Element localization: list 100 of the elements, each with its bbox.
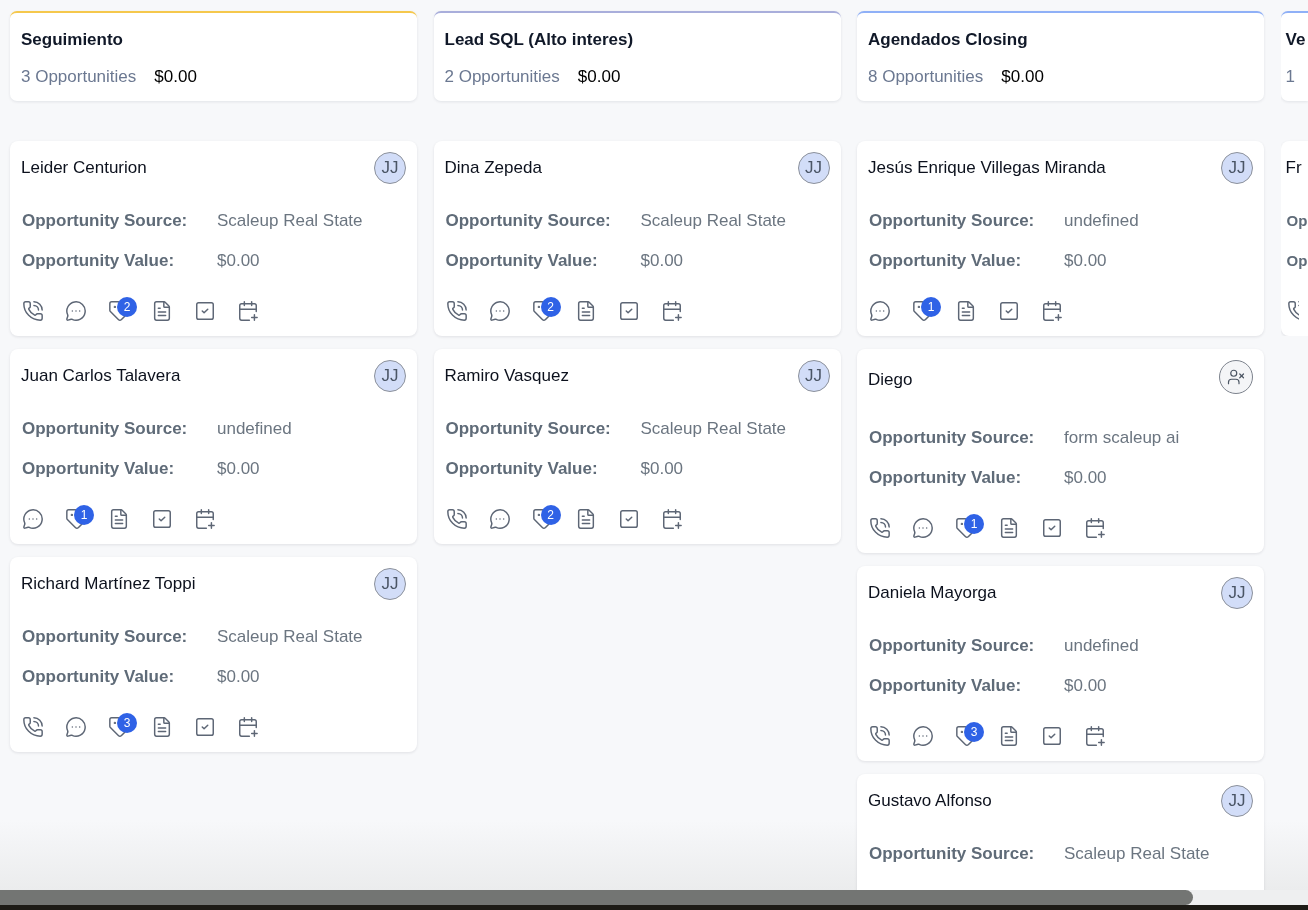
field-value: $0.00 — [1064, 467, 1108, 489]
field-value: undefined — [1064, 635, 1140, 657]
opportunity-card[interactable]: Ramiro Vasquez JJ Opportunity Source: Scaleup Real State Opportunity Value: $0.00 2 — [433, 349, 841, 544]
opportunity-card[interactable]: Juan Carlos Talavera JJ Opportunity Source: undefined Opportunity Value: $0.00 1 — [10, 349, 417, 544]
stage-title: Seguimiento — [21, 29, 124, 51]
chat-bubble-icon[interactable] — [488, 300, 511, 322]
field-label: Opportunity Source: — [445, 418, 612, 440]
field-label: Opportunity Value: — [22, 666, 176, 688]
checkbox-icon[interactable] — [151, 508, 173, 530]
chat-bubble-icon[interactable] — [912, 725, 934, 747]
document-icon[interactable] — [151, 300, 173, 322]
opportunity-card[interactable]: Leider Centurion JJ Opportunity Source: Scaleup Real State Opportunity Value: $0.00 2 — [10, 141, 417, 336]
count-badge: 1 — [921, 297, 941, 317]
opportunity-count: 8 Opportunities — [868, 66, 984, 88]
calendar-plus-icon[interactable] — [660, 300, 683, 322]
field-value: Scaleup Real State — [640, 210, 788, 232]
field-value: Scaleup Real State — [217, 626, 364, 648]
chat-bubble-icon[interactable] — [65, 300, 87, 322]
opportunity-card[interactable]: Daniela Mayorga JJ Opportunity Source: undefined Opportunity Value: $0.00 3 — [857, 566, 1264, 761]
calendar-plus-icon[interactable] — [1084, 725, 1106, 747]
field-label: Opportunity Source: — [869, 210, 1036, 232]
count-badge: 2 — [540, 505, 561, 525]
opportunity-card[interactable]: Diego Opportunity Source: form scaleup ai Opportunity Value: $0.00 1 — [857, 349, 1264, 553]
chat-bubble-icon[interactable] — [912, 517, 934, 539]
document-icon[interactable] — [151, 716, 173, 738]
stage-title: Lead SQL (Alto interes) — [444, 29, 635, 51]
contact-name: Diego — [868, 369, 913, 391]
phone-icon[interactable] — [445, 300, 468, 322]
contact-name: Daniela Mayorga — [868, 582, 997, 604]
stage-title: Agendados Closing — [868, 29, 1029, 51]
field-label: Opportunity Source: — [869, 427, 1036, 449]
field-value: $0.00 — [1064, 250, 1108, 272]
calendar-plus-icon[interactable] — [1084, 517, 1106, 539]
avatar: JJ — [1221, 577, 1253, 609]
opportunity-count: 2 Opportunities — [444, 66, 560, 88]
calendar-plus-icon[interactable] — [194, 508, 216, 530]
phone-icon[interactable] — [22, 716, 44, 738]
field-label: Opportunity Value: — [869, 467, 1023, 489]
chat-bubble-icon[interactable] — [488, 508, 511, 530]
avatar: JJ — [797, 360, 830, 392]
checkbox-icon[interactable] — [194, 716, 216, 738]
chat-bubble-icon[interactable] — [65, 716, 87, 738]
count-badge: 2 — [117, 297, 137, 317]
field-label: Opportunity Source: — [22, 626, 189, 648]
avatar: JJ — [374, 152, 406, 184]
user-x-icon[interactable] — [1219, 360, 1253, 394]
phone-icon[interactable] — [869, 725, 891, 747]
field-value: $0.00 — [217, 458, 261, 480]
document-icon[interactable] — [998, 725, 1020, 747]
field-label: Opportunity Source: — [869, 635, 1036, 657]
calendar-plus-icon[interactable] — [1041, 300, 1063, 322]
phone-icon[interactable] — [869, 517, 891, 539]
chat-bubble-icon[interactable] — [22, 508, 44, 530]
phone-icon[interactable] — [22, 300, 44, 322]
field-value: $0.00 — [640, 250, 685, 272]
checkbox-icon[interactable] — [1041, 517, 1063, 539]
field-value: $0.00 — [217, 250, 261, 272]
field-value: $0.00 — [1064, 675, 1108, 697]
calendar-plus-icon[interactable] — [237, 300, 259, 322]
field-value: form scaleup ai — [1064, 427, 1181, 449]
field-label: Opportunity Value: — [445, 250, 599, 272]
field-label: Opportunity Source: — [22, 418, 189, 440]
field-label: Opportunity Value: — [869, 250, 1023, 272]
field-value: Scaleup Real State — [640, 418, 788, 440]
opportunity-card[interactable]: Fr Op Op — [1280, 141, 1308, 336]
checkbox-icon[interactable] — [194, 300, 216, 322]
contact-name: Gustavo Alfonso — [868, 790, 992, 812]
contact-name: Juan Carlos Talavera — [21, 365, 181, 387]
contact-name: Jesús Enrique Villegas Miranda — [868, 157, 1106, 179]
calendar-plus-icon[interactable] — [660, 508, 683, 530]
stage-total: $0.00 — [1001, 66, 1044, 88]
checkbox-icon[interactable] — [617, 300, 640, 322]
contact-name: Dina Zepeda — [444, 157, 542, 179]
opportunity-card[interactable]: Dina Zepeda JJ Opportunity Source: Scaleup Real State Opportunity Value: $0.00 2 — [433, 141, 841, 336]
opportunity-card[interactable]: Gustavo Alfonso JJ Opportunity Source: Scaleup Real State — [857, 774, 1264, 890]
checkbox-icon[interactable] — [998, 300, 1020, 322]
count-badge: 3 — [117, 713, 137, 733]
phone-icon[interactable] — [1286, 300, 1299, 322]
calendar-plus-icon[interactable] — [237, 716, 259, 738]
contact-name: Richard Martínez Toppi — [21, 573, 196, 595]
field-label: Opportunity Value: — [869, 675, 1023, 697]
checkbox-icon[interactable] — [1041, 725, 1063, 747]
field-label: Opportunity Source: — [869, 843, 1036, 865]
opportunity-card[interactable]: Richard Martínez Toppi JJ Opportunity Source: Scaleup Real State Opportunity Value: $0.00 3 — [10, 557, 417, 752]
checkbox-icon[interactable] — [617, 508, 640, 530]
contact-name: Fr — [1285, 157, 1302, 179]
avatar: JJ — [1221, 785, 1253, 817]
opportunity-card[interactable]: Jesús Enrique Villegas Miranda JJ Opportunity Source: undefined Opportunity Value: $0.00 1 — [857, 141, 1264, 336]
document-icon[interactable] — [998, 517, 1020, 539]
avatar: JJ — [797, 152, 830, 184]
chat-bubble-icon[interactable] — [869, 300, 891, 322]
scrollbar-thumb[interactable] — [0, 890, 1193, 905]
field-label: Op — [1286, 251, 1308, 271]
stage-total: $0.00 — [577, 66, 621, 88]
contact-name: Leider Centurion — [21, 157, 147, 179]
phone-icon[interactable] — [445, 508, 468, 530]
document-icon[interactable] — [955, 300, 977, 322]
field-value: undefined — [217, 418, 293, 440]
document-icon[interactable] — [108, 508, 130, 530]
count-badge: 2 — [540, 297, 561, 317]
